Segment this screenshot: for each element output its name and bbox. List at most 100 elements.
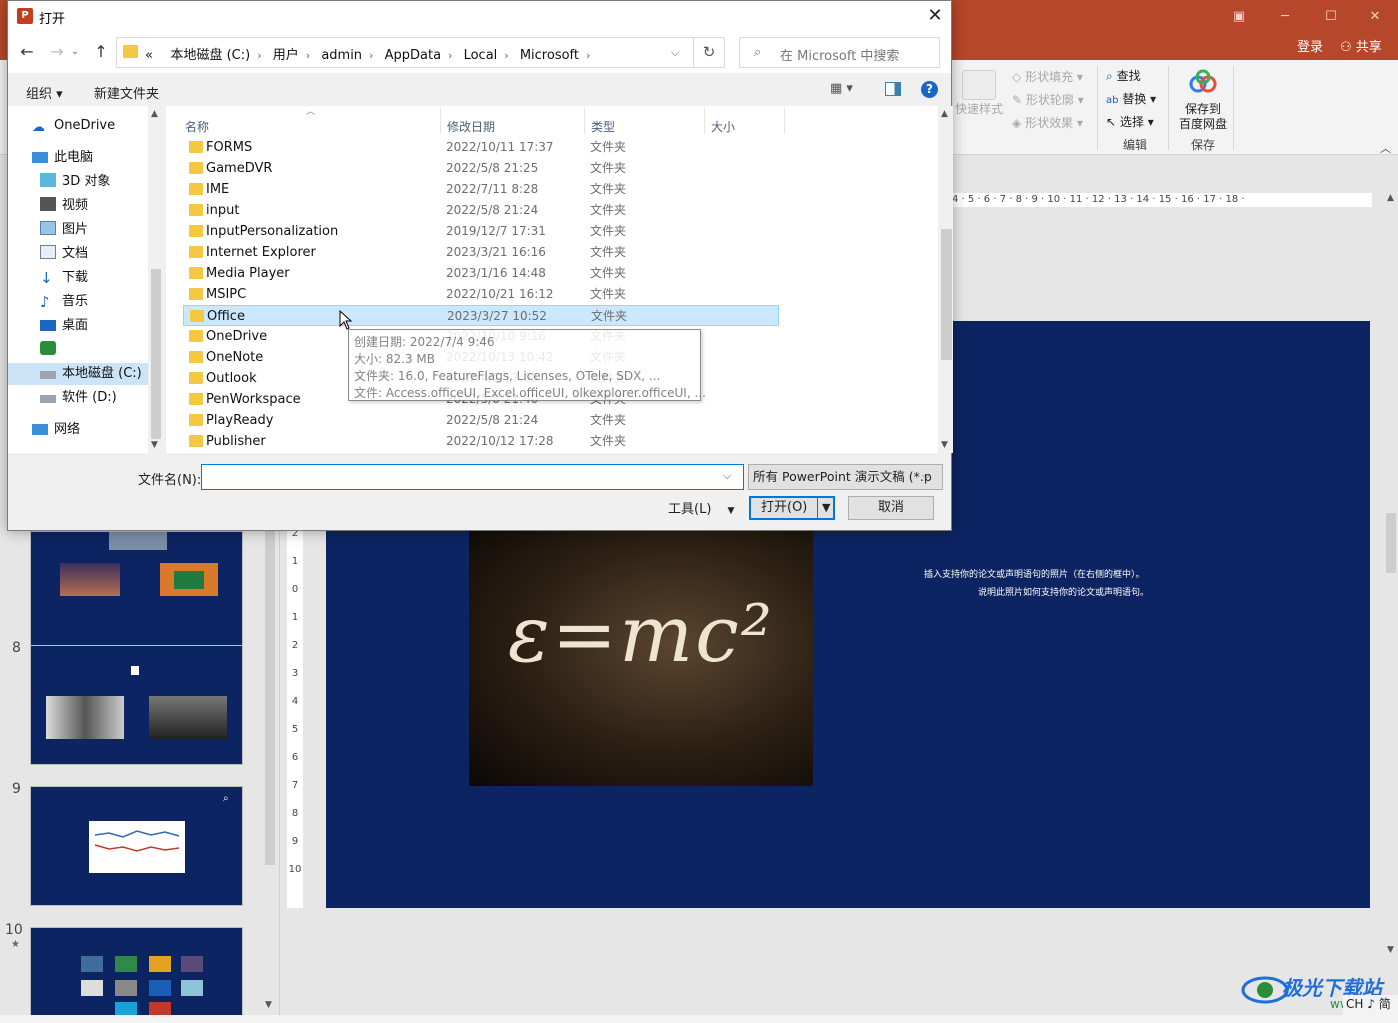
file-type-select[interactable]: 所有 PowerPoint 演示文稿 (*.p: [748, 464, 943, 490]
replace-button[interactable]: ab 替换 ▾: [1106, 90, 1156, 107]
find-button[interactable]: ⌕ 查找: [1106, 67, 1141, 84]
nav-item-pictures[interactable]: 图片: [8, 219, 148, 241]
scroll-up-icon[interactable]: ▲: [941, 109, 948, 119]
close-window-button[interactable]: ✕: [1352, 0, 1398, 33]
nav-item-software-d[interactable]: 软件 (D:): [8, 387, 148, 409]
folder-icon: [189, 393, 203, 405]
quick-styles-icon[interactable]: [962, 70, 996, 100]
column-header-name[interactable]: 名称: [185, 118, 209, 135]
file-row[interactable]: Office 2023/3/27 10:52 文件夹: [183, 305, 779, 326]
restore-ribbon-icon[interactable]: ▣: [1216, 0, 1262, 33]
column-header-modified[interactable]: 修改日期: [447, 118, 495, 135]
slide-caption-line2[interactable]: 说明此照片如何支持你的论文或声明语句。: [978, 585, 1149, 598]
scroll-down-icon[interactable]: ▼: [151, 440, 158, 450]
column-header-size[interactable]: 大小: [711, 118, 735, 135]
maximize-button[interactable]: ☐: [1308, 0, 1354, 33]
file-row[interactable]: Media Player 2023/1/16 14:48 文件夹: [183, 263, 779, 284]
tools-button[interactable]: 工具(L) ▼: [668, 498, 734, 517]
filename-input[interactable]: [201, 464, 744, 490]
scroll-down-icon[interactable]: ▼: [941, 440, 948, 450]
cancel-button[interactable]: 取消: [848, 496, 934, 520]
file-row[interactable]: PlayReady 2022/5/8 21:24 文件夹: [183, 410, 779, 431]
file-list-scroll-thumb[interactable]: [941, 229, 952, 360]
address-bar[interactable]: « 本地磁盘 (C:) › 用户 › admin › AppData › Local › …: [116, 37, 694, 68]
file-row[interactable]: IME 2022/7/11 8:28 文件夹: [183, 179, 779, 200]
shape-outline-button[interactable]: ✎ 形状轮廓 ▾: [1012, 91, 1084, 108]
slide-scroll-thumb[interactable]: [1386, 513, 1396, 573]
breadcrumb-item[interactable]: AppData: [385, 48, 441, 63]
nav-item-app[interactable]: [8, 339, 148, 361]
view-options-button[interactable]: ▦ ▾: [830, 81, 853, 96]
scroll-down-icon[interactable]: ▼: [1387, 945, 1394, 955]
file-row[interactable]: Internet Explorer 2023/3/21 16:16 文件夹: [183, 242, 779, 263]
shape-effects-button[interactable]: ◈ 形状效果 ▾: [1012, 114, 1083, 131]
dialog-close-button[interactable]: ✕: [921, 4, 949, 28]
nav-item-network[interactable]: 网络: [8, 419, 148, 441]
nav-item-music[interactable]: ♪ 音乐: [8, 291, 148, 313]
ime-indicator[interactable]: CH ♪ 简: [1343, 995, 1398, 1015]
nav-item-3d-objects[interactable]: 3D 对象: [8, 171, 148, 193]
shape-fill-button[interactable]: ◇ 形状填充 ▾: [1012, 68, 1083, 85]
scroll-up-icon[interactable]: ▲: [151, 109, 158, 119]
organize-button[interactable]: 组织 ▾: [26, 83, 63, 102]
collapse-ribbon-icon[interactable]: ︿: [1380, 140, 1391, 156]
minimize-button[interactable]: ─: [1262, 0, 1308, 33]
nav-item-desktop[interactable]: 桌面: [8, 315, 148, 337]
forward-arrow-icon[interactable]: →: [46, 41, 68, 63]
nav-item-this-pc[interactable]: 此电脑: [8, 147, 148, 169]
column-divider[interactable]: [440, 108, 441, 134]
slide-thumbnail[interactable]: [30, 927, 243, 1018]
login-link[interactable]: 登录: [1297, 36, 1323, 55]
slide-thumbnail[interactable]: [30, 531, 243, 651]
file-row[interactable]: GameDVR 2022/5/8 21:25 文件夹: [183, 158, 779, 179]
file-row[interactable]: MSIPC 2022/10/21 16:12 文件夹: [183, 284, 779, 305]
open-button[interactable]: 打开(O) ▼: [749, 496, 835, 520]
column-divider[interactable]: [784, 108, 785, 134]
baidu-cloud-icon[interactable]: [1188, 68, 1218, 96]
select-button[interactable]: ↖ 选择 ▾: [1106, 113, 1154, 130]
chevron-down-icon[interactable]: ⌵: [723, 469, 731, 483]
new-folder-button[interactable]: 新建文件夹: [94, 83, 159, 102]
column-divider[interactable]: [584, 108, 585, 134]
chevron-down-icon[interactable]: ⌵: [922, 469, 930, 483]
chevron-down-icon[interactable]: ⌵: [671, 46, 679, 60]
nav-item-label: 图片: [62, 222, 89, 237]
breadcrumb-item[interactable]: Microsoft: [520, 48, 579, 63]
help-icon[interactable]: ?: [921, 81, 938, 98]
file-row[interactable]: input 2022/5/8 21:24 文件夹: [183, 200, 779, 221]
breadcrumb-item[interactable]: admin: [321, 48, 362, 63]
nav-item-local-disk-c[interactable]: 本地磁盘 (C:): [8, 363, 148, 385]
nav-item-downloads[interactable]: ↓ 下载: [8, 267, 148, 289]
preview-pane-icon[interactable]: [885, 82, 901, 96]
breadcrumb-overflow[interactable]: «: [145, 48, 153, 63]
formula-photo[interactable]: ε=mc²: [469, 530, 813, 786]
breadcrumb-item[interactable]: 用户: [273, 48, 299, 63]
recent-locations-icon[interactable]: ⌄: [68, 41, 82, 63]
search-input[interactable]: ⌕ 在 Microsoft 中搜索: [739, 37, 940, 68]
slide-thumbnail[interactable]: [30, 645, 243, 765]
file-row[interactable]: FORMS 2022/10/11 17:37 文件夹: [183, 137, 779, 158]
scroll-down-icon[interactable]: ▼: [265, 1000, 272, 1010]
open-dropdown-icon[interactable]: ▼: [822, 498, 830, 518]
up-arrow-icon[interactable]: ↑: [90, 41, 112, 63]
quick-styles-button[interactable]: 快速样式: [955, 100, 1003, 117]
column-divider[interactable]: [704, 108, 705, 134]
file-row[interactable]: Publisher 2022/10/12 17:28 文件夹: [183, 431, 779, 452]
column-header-type[interactable]: 类型: [591, 118, 615, 135]
file-type: 文件夹: [590, 434, 627, 448]
share-button[interactable]: ⚇ 共享: [1340, 36, 1382, 55]
slide-caption-line1[interactable]: 插入支持你的论文或声明语句的照片（在右侧的框中）。: [924, 567, 1145, 580]
slide-thumbnail[interactable]: ⌕: [30, 786, 243, 906]
nav-item-documents[interactable]: 文档: [8, 243, 148, 265]
breadcrumb-item[interactable]: Local: [464, 48, 498, 63]
scroll-up-icon[interactable]: ▲: [1387, 193, 1394, 203]
back-arrow-icon[interactable]: ←: [16, 41, 38, 63]
nav-item-videos[interactable]: 视频: [8, 195, 148, 217]
nav-item-onedrive[interactable]: ☁ OneDrive: [8, 115, 148, 137]
refresh-button[interactable]: ↻: [694, 37, 725, 68]
file-row[interactable]: InputPersonalization 2019/12/7 17:31 文件夹: [183, 221, 779, 242]
nav-pane-scroll-thumb[interactable]: [151, 269, 161, 439]
save-to-baidu-line2[interactable]: 百度网盘: [1179, 115, 1227, 132]
slide-vertical-scrollbar[interactable]: ▲ ▼: [1384, 193, 1398, 958]
breadcrumb-item[interactable]: 本地磁盘 (C:): [170, 48, 250, 63]
